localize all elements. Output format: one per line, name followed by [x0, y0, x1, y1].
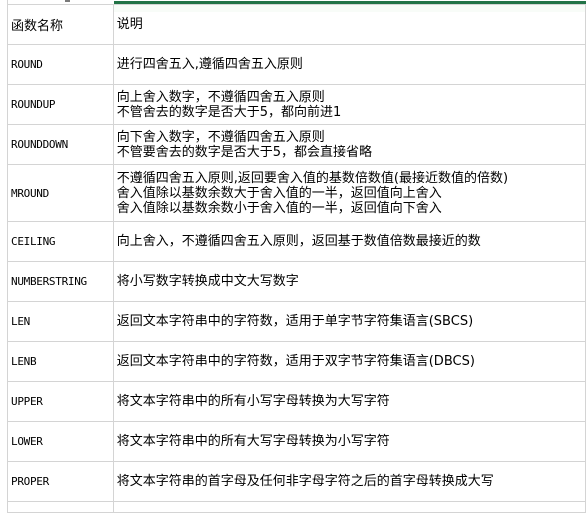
table-row: PROPER 将文本字符串的首字母及任何非字母字符之后的首字母转换成大写 [7, 461, 586, 502]
description-cell[interactable]: 将文本字符串的首字母及任何非字母字符之后的首字母转换成大写 [112, 461, 586, 502]
description-line: 不管要舍去的数字是否大于5，都会直接省略 [116, 144, 373, 160]
description-cell[interactable]: 将小写数字转换成中文大写数字 [112, 261, 586, 302]
description-line: 向上舍入，不遵循四舍五入原则，返回基于数值倍数最接近的数 [116, 234, 481, 249]
header-cell-description[interactable]: 说明 [112, 4, 586, 45]
description-line: 不管舍去的数字是否大于5，都向前进1 [116, 104, 342, 120]
description-cell[interactable]: 向上舍入数字，不遵循四舍五入原则 不管舍去的数字是否大于5，都向前进1 [112, 84, 586, 125]
function-name-cell[interactable]: LENB [7, 341, 114, 382]
description-cell[interactable]: 将文本字符串中的所有大写字母转换为小写字符 [112, 421, 586, 462]
header-row: 函数名称 说明 [7, 4, 586, 45]
description-line: 不遵循四舍五入原则,返回要舍入值的基数倍数值(最接近数值的倍数) [116, 170, 509, 186]
table-row: LEN 返回文本字符串中的字符数，适用于单字节字符集语言(SBCS) [7, 301, 586, 342]
description-line: 舍入值除以基数余数小于舍入值的一半，返回值向下舍入 [116, 200, 442, 216]
table-row: LENB 返回文本字符串中的字符数，适用于双字节字符集语言(DBCS) [7, 341, 586, 382]
description-line: 向下舍入数字，不遵循四舍五入原则 [116, 129, 325, 145]
function-name-cell[interactable]: ROUNDDOWN [7, 124, 114, 165]
description-line: 返回文本字符串中的字符数，适用于单字节字符集语言(SBCS) [116, 314, 474, 329]
description-line: 将文本字符串中的所有小写字母转换为大写字符 [116, 394, 390, 409]
spreadsheet: 函数名称 说明 ROUND 进行四舍五入,遵循四舍五入原则 ROUNDUP 向上… [7, 0, 586, 513]
header-cell-name[interactable]: 函数名称 [7, 4, 114, 45]
function-name-cell[interactable]: ROUND [7, 44, 114, 85]
description-line: 向上舍入数字，不遵循四舍五入原则 [116, 89, 325, 105]
table-row: LOWER 将文本字符串中的所有大写字母转换为小写字符 [7, 421, 586, 462]
description-line: 返回文本字符串中的字符数，适用于双字节字符集语言(DBCS) [116, 354, 475, 369]
table-row: MROUND 不遵循四舍五入原则,返回要舍入值的基数倍数值(最接近数值的倍数) … [7, 164, 586, 222]
function-name-cell[interactable]: MROUND [7, 164, 114, 222]
description-line: 将文本字符串中的所有大写字母转换为小写字符 [116, 434, 390, 449]
function-name-cell[interactable]: LEN [7, 301, 114, 342]
function-name-cell[interactable]: LOWER [7, 421, 114, 462]
description-cell[interactable]: 不遵循四舍五入原则,返回要舍入值的基数倍数值(最接近数值的倍数) 舍入值除以基数… [112, 164, 586, 222]
function-name-cell[interactable]: NUMBERSTRING [7, 261, 114, 302]
table-row: ROUND 进行四舍五入,遵循四舍五入原则 [7, 44, 586, 85]
function-name-cell[interactable]: CEILING [7, 221, 114, 262]
description-line: 将小写数字转换成中文大写数字 [116, 274, 299, 289]
description-cell[interactable]: 返回文本字符串中的字符数，适用于双字节字符集语言(DBCS) [112, 341, 586, 382]
description-cell[interactable]: 返回文本字符串中的字符数，适用于单字节字符集语言(SBCS) [112, 301, 586, 342]
table-row: ROUNDDOWN 向下舍入数字，不遵循四舍五入原则 不管要舍去的数字是否大于5… [7, 124, 586, 165]
description-cell[interactable]: 向下舍入数字，不遵循四舍五入原则 不管要舍去的数字是否大于5，都会直接省略 [112, 124, 586, 165]
description-line: 舍入值除以基数余数大于舍入值的一半，返回值向上舍入 [116, 185, 442, 201]
description-line: 将文本字符串的首字母及任何非字母字符之后的首字母转换成大写 [116, 474, 494, 489]
fill-handle[interactable] [65, 0, 70, 2]
description-cell[interactable]: 将文本字符串中的所有小写字母转换为大写字符 [112, 381, 586, 422]
description-line: 进行四舍五入,遵循四舍五入原则 [116, 57, 303, 72]
table-row: NUMBERSTRING 将小写数字转换成中文大写数字 [7, 261, 586, 302]
description-cell[interactable]: 向上舍入，不遵循四舍五入原则，返回基于数值倍数最接近的数 [112, 221, 586, 262]
table-row: CEILING 向上舍入，不遵循四舍五入原则，返回基于数值倍数最接近的数 [7, 221, 586, 262]
function-name-cell[interactable]: PROPER [7, 461, 114, 502]
table-row: UPPER 将文本字符串中的所有小写字母转换为大写字符 [7, 381, 586, 422]
function-table: 函数名称 说明 ROUND 进行四舍五入,遵循四舍五入原则 ROUNDUP 向上… [7, 4, 586, 513]
description-cell[interactable]: 进行四舍五入,遵循四舍五入原则 [112, 44, 586, 85]
function-name-cell[interactable]: UPPER [7, 381, 114, 422]
function-name-cell[interactable]: ROUNDUP [7, 84, 114, 125]
table-row: ROUNDUP 向上舍入数字，不遵循四舍五入原则 不管舍去的数字是否大于5，都向… [7, 84, 586, 125]
